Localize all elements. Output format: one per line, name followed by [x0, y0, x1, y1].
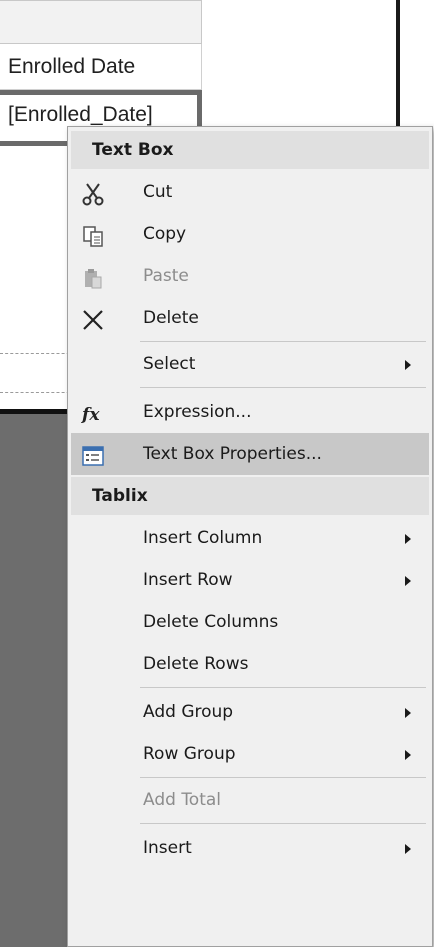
menu-item-row-group[interactable]: Row Group — [71, 733, 429, 775]
menu-item-label: Paste — [143, 266, 189, 286]
menu-item-label: Row Group — [143, 744, 236, 764]
svg-text:fx: fx — [81, 405, 100, 425]
menu-item-cut[interactable]: Cut — [71, 171, 429, 213]
menu-item-insert-row[interactable]: Insert Row — [71, 559, 429, 601]
submenu-arrow-icon — [405, 360, 411, 370]
menu-item-delete[interactable]: Delete — [71, 297, 429, 339]
menu-item-add-total: Add Total — [71, 779, 429, 821]
paste-icon — [81, 264, 105, 289]
submenu-arrow-icon — [405, 750, 411, 760]
menu-item-label: Delete Columns — [143, 612, 279, 632]
menu-item-label: Expression... — [143, 402, 252, 422]
menu-item-insert-column[interactable]: Insert Column — [71, 517, 429, 559]
menu-item-label: Add Group — [143, 702, 234, 722]
menu-item-label: Add Total — [143, 790, 222, 810]
delete-x-icon — [81, 306, 105, 330]
menu-section-text-box: Text Box — [71, 131, 429, 169]
menu-item-delete-rows[interactable]: Delete Rows — [71, 643, 429, 685]
menu-item-label: Select — [143, 354, 196, 374]
tablix-column-header-cell[interactable]: Enrolled Date — [0, 44, 202, 90]
menu-separator — [140, 823, 426, 824]
fx-icon: fx — [81, 400, 105, 425]
menu-item-paste: Paste — [71, 255, 429, 297]
menu-item-text-box-properties[interactable]: Text Box Properties... — [71, 433, 429, 475]
submenu-arrow-icon — [405, 576, 411, 586]
menu-item-copy[interactable]: Copy — [71, 213, 429, 255]
menu-item-expression[interactable]: fx Expression... — [71, 391, 429, 433]
menu-separator — [140, 687, 426, 688]
copy-icon — [81, 222, 105, 247]
menu-item-label: Insert — [143, 838, 192, 858]
menu-item-label: Delete Rows — [143, 654, 249, 674]
menu-item-label: Insert Column — [143, 528, 263, 548]
menu-item-label: Cut — [143, 182, 173, 202]
menu-item-label: Insert Row — [143, 570, 233, 590]
menu-item-delete-columns[interactable]: Delete Columns — [71, 601, 429, 643]
menu-item-select[interactable]: Select — [71, 343, 429, 385]
context-menu: Text Box Cut Copy Paste Delete Select fx… — [67, 126, 433, 947]
tablix-handle-row[interactable] — [0, 0, 202, 44]
menu-separator — [140, 777, 426, 778]
menu-section-tablix: Tablix — [71, 477, 429, 515]
submenu-arrow-icon — [405, 708, 411, 718]
submenu-arrow-icon — [405, 534, 411, 544]
menu-item-insert[interactable]: Insert — [71, 827, 429, 869]
menu-separator — [140, 387, 426, 388]
menu-item-add-group[interactable]: Add Group — [71, 691, 429, 733]
menu-item-label: Text Box Properties... — [143, 444, 322, 464]
menu-item-label: Copy — [143, 224, 187, 244]
menu-item-label: Delete — [143, 308, 199, 328]
submenu-arrow-icon — [405, 844, 411, 854]
menu-separator — [140, 341, 426, 342]
properties-icon — [81, 442, 105, 466]
scissors-icon — [81, 180, 105, 206]
